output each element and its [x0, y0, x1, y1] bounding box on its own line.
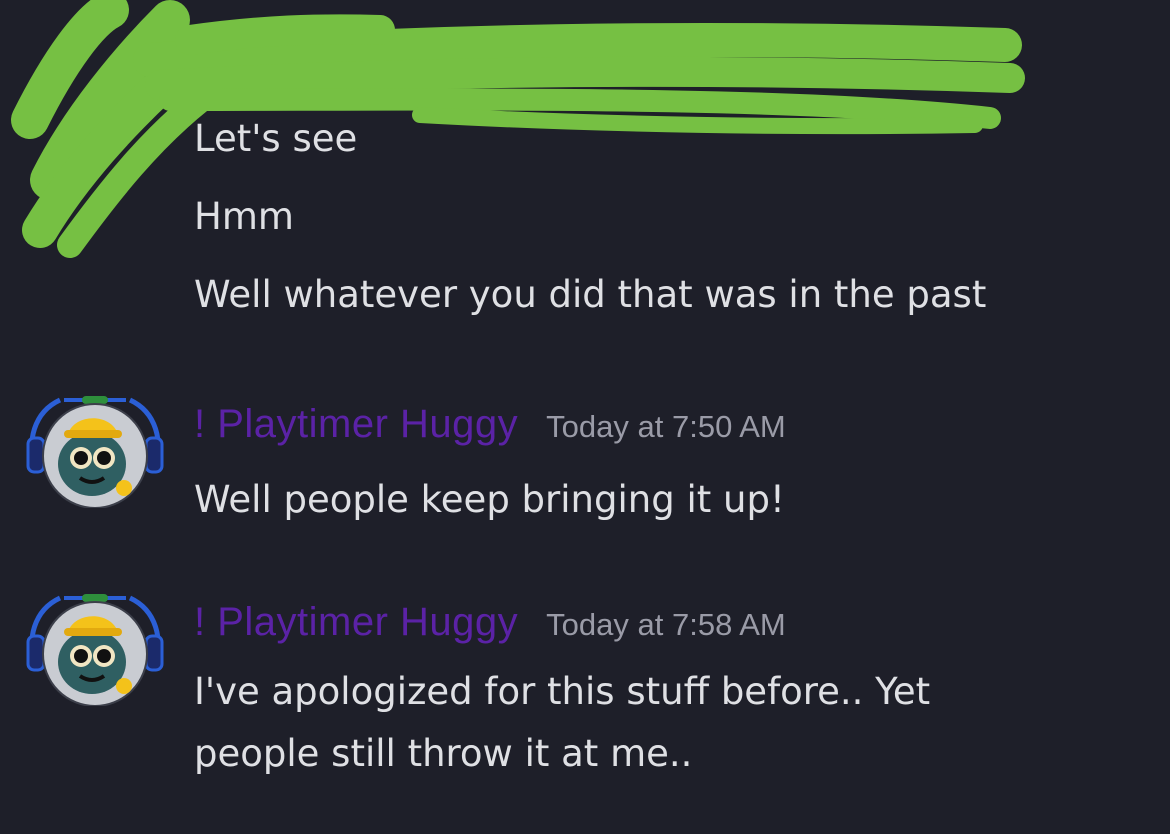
- timestamp[interactable]: Today at 7:58 AM: [546, 607, 786, 643]
- message-text[interactable]: I've apologized for this stuff before.. …: [194, 660, 930, 724]
- redaction-scribble: [11, 0, 1025, 258]
- message-header: ! Playtimer Huggy Today at 7:58 AM: [194, 600, 786, 650]
- message-text[interactable]: Well whatever you did that was in the pa…: [194, 272, 986, 318]
- username[interactable]: ! Playtimer Huggy: [194, 600, 518, 645]
- message-text[interactable]: Well people keep bringing it up!: [194, 468, 785, 532]
- message-text[interactable]: Let's see: [194, 116, 357, 162]
- username[interactable]: ! Playtimer Huggy: [194, 402, 518, 447]
- message-text[interactable]: Hmm: [194, 194, 294, 240]
- message-text[interactable]: people still throw it at me..: [194, 722, 692, 786]
- avatar[interactable]: [24, 588, 166, 706]
- timestamp[interactable]: Today at 7:50 AM: [546, 409, 786, 445]
- avatar[interactable]: [24, 390, 166, 508]
- message-header: ! Playtimer Huggy Today at 7:50 AM: [194, 402, 786, 452]
- chat-view: Let's see Hmm Well whatever you did that…: [0, 0, 1170, 834]
